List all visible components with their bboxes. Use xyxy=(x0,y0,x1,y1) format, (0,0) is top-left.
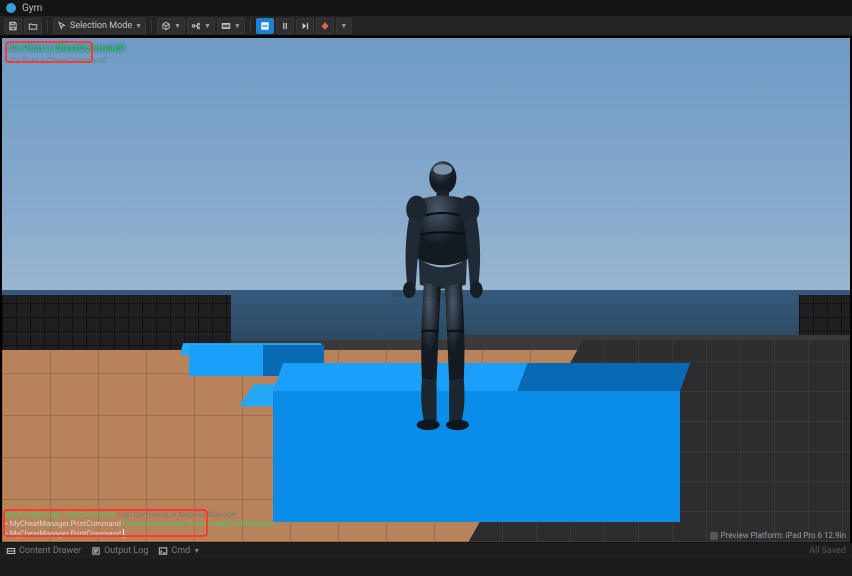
console-line-2: > MyCheatManager.PrintCommand Print a ex… xyxy=(4,519,275,528)
drawer-icon xyxy=(6,546,16,556)
chevron-down-icon: ▼ xyxy=(193,547,200,555)
stop-button[interactable] xyxy=(316,18,334,34)
console-output: MyCheatManager.TestCommand Test Command … xyxy=(4,510,275,538)
console-line-1: MyCheatManager.TestCommand Test Command … xyxy=(4,510,275,519)
output-log-button[interactable]: Output Log xyxy=(91,546,148,556)
ue-logo-icon xyxy=(6,3,16,13)
log-icon xyxy=(91,546,101,556)
add-content-dropdown[interactable]: ▼ xyxy=(157,18,185,34)
editor-mode-label: Selection Mode xyxy=(70,21,132,31)
viewport-frame: MyCheatManager It's Print a CheatCommand… xyxy=(0,36,852,559)
cinematics-icon xyxy=(221,21,231,31)
device-icon xyxy=(710,532,718,540)
blueprint-icon xyxy=(191,21,201,31)
status-bar: Content Drawer Output Log Cmd ▼ All Save… xyxy=(0,542,852,559)
terminal-icon xyxy=(158,546,168,556)
blueprints-dropdown[interactable]: ▼ xyxy=(187,18,215,34)
cursor-icon xyxy=(57,21,67,31)
stop-icon xyxy=(320,21,330,31)
game-viewport[interactable]: MyCheatManager It's Print a CheatCommand… xyxy=(2,38,850,542)
browse-button[interactable] xyxy=(24,18,42,34)
cube-plus-icon xyxy=(161,21,171,31)
print-string-overlay: It's Print a CheatCommand! xyxy=(8,44,125,54)
chevron-down-icon: ▼ xyxy=(135,22,142,30)
pause-icon xyxy=(280,21,290,31)
actor-label: MyCheatManager xyxy=(392,290,455,299)
save-icon xyxy=(8,21,18,31)
frame-advance-button[interactable] xyxy=(296,18,314,34)
separator xyxy=(47,19,48,33)
source-control-status[interactable]: All Saved xyxy=(809,546,846,556)
editor-mode-dropdown[interactable]: Selection Mode ▼ xyxy=(53,18,146,34)
chevron-down-icon: ▼ xyxy=(204,22,211,30)
content-drawer-button[interactable]: Content Drawer xyxy=(6,546,81,556)
chevron-down-icon: ▼ xyxy=(340,22,347,30)
play-icon xyxy=(260,21,270,31)
print-string-overlay-shadow: It's Print a CheatCommand! xyxy=(10,56,107,65)
chevron-down-icon: ▼ xyxy=(174,22,181,30)
platforms-dropdown[interactable]: ▼ xyxy=(336,18,352,34)
separator xyxy=(151,19,152,33)
save-button[interactable] xyxy=(4,18,22,34)
play-button[interactable] xyxy=(256,18,274,34)
titlebar: Gym xyxy=(0,0,852,16)
frame-advance-icon xyxy=(300,21,310,31)
window-title: Gym xyxy=(22,3,42,14)
console-line-3: > MyCheatManager.PrintCommand xyxy=(4,529,275,538)
cmd-dropdown[interactable]: Cmd ▼ xyxy=(158,546,200,556)
chevron-down-icon: ▼ xyxy=(234,22,241,30)
pause-button[interactable] xyxy=(276,18,294,34)
preview-platform-label: Preview Platform: iPad Pro 6 12.9in xyxy=(710,531,846,540)
cinematics-dropdown[interactable]: ▼ xyxy=(217,18,245,34)
browse-icon xyxy=(28,21,38,31)
separator xyxy=(250,19,251,33)
main-toolbar: Selection Mode ▼ ▼ ▼ ▼ ▼ xyxy=(0,16,852,36)
